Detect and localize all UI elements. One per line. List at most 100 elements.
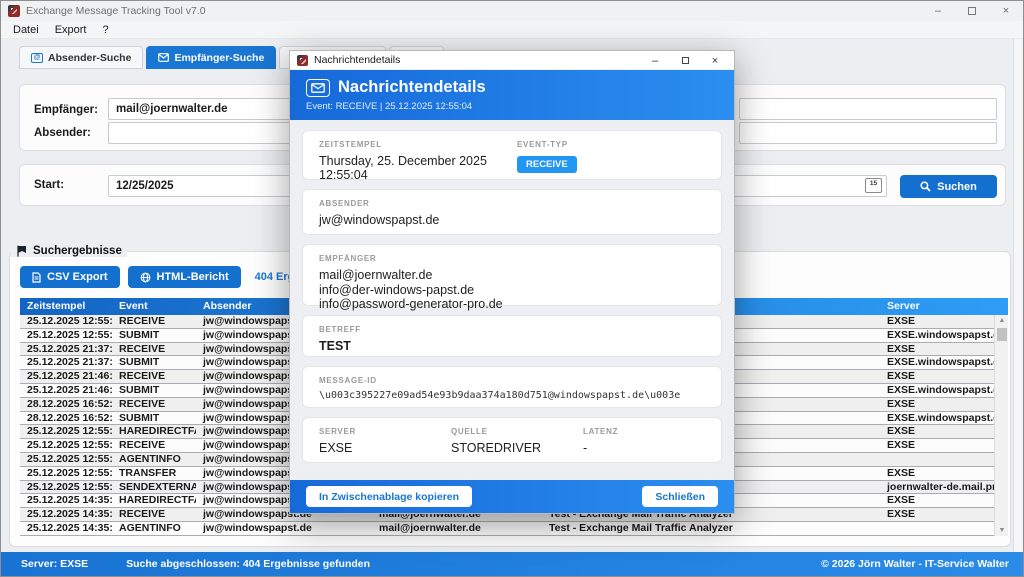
cell-event: SUBMIT (112, 356, 196, 369)
cell-event: HAREDIRECTFAIL (112, 494, 196, 507)
recipient-line: info@password-generator-pro.de (319, 297, 705, 312)
latency-field-value: - (583, 441, 705, 455)
dialog-app-icon (297, 55, 308, 66)
maximize-button[interactable] (955, 1, 989, 21)
menu-datei[interactable]: Datei (5, 24, 47, 36)
cell-event: SENDEXTERNAL (112, 481, 196, 494)
dialog-footer: In Zwischenablage kopieren Schließen (290, 480, 734, 513)
server-field-value: EXSE (319, 441, 451, 455)
recipient-line: info@der-windows-papst.de (319, 283, 705, 298)
cell-time: 25.12.2025 14:35:01 (20, 522, 112, 535)
cell-event: HAREDIRECTFAIL (112, 425, 196, 438)
tab-label: Absender-Suche (48, 52, 131, 64)
timestamp-label: ZEITSTEMPEL (319, 140, 517, 149)
cell-event: SUBMIT (112, 412, 196, 425)
message-details-dialog: Nachrichtendetails – × Nachrichtendetail… (289, 50, 735, 514)
column-header-server[interactable]: Server (880, 298, 994, 315)
cell-event: RECEIVE (112, 398, 196, 411)
cell-event: SUBMIT (112, 329, 196, 342)
search-button[interactable]: Suchen (900, 175, 997, 198)
event-type-badge: RECEIVE (517, 156, 577, 173)
dialog-maximize-button[interactable] (670, 51, 700, 70)
cell-time: 25.12.2025 14:35:01 (20, 508, 112, 521)
envelope-icon (306, 79, 330, 97)
sender-secondary-input[interactable] (739, 122, 997, 144)
server-field-label: SERVER (319, 427, 451, 436)
csv-export-button[interactable]: CSV Export (20, 266, 120, 288)
dialog-minimize-button[interactable]: – (640, 51, 670, 70)
cell-time: 25.12.2025 12:55:08 (20, 481, 112, 494)
cell-event: AGENTINFO (112, 453, 196, 466)
dialog-close-button[interactable]: × (700, 51, 730, 70)
cell-event: RECEIVE (112, 343, 196, 356)
cell-server: EXSE (880, 439, 994, 452)
cell-event: SUBMIT (112, 384, 196, 397)
minimize-button[interactable]: – (921, 1, 955, 21)
window-title: Exchange Message Tracking Tool v7.0 (26, 5, 206, 17)
statusbar: Server: EXSE Suche abgeschlossen: 404 Er… (1, 552, 1023, 576)
send-icon (158, 53, 169, 62)
maximize-icon (968, 7, 976, 15)
cell-subject: Test - Exchange Mail Traffic Analyzer (542, 522, 880, 535)
sender-label: Absender: (34, 127, 91, 139)
start-label: Start: (34, 179, 64, 191)
menu-help[interactable]: ? (94, 24, 116, 36)
recipient-secondary-input[interactable] (739, 98, 997, 120)
source-field-value: STOREDRIVER (451, 441, 583, 455)
table-row[interactable]: 25.12.2025 14:35:01AGENTINFOjw@windowspa… (20, 522, 1008, 536)
cell-time: 25.12.2025 12:55:05 (20, 329, 112, 342)
subject-card: BETREFF TEST (302, 315, 722, 357)
scroll-up-icon[interactable]: ▲ (995, 317, 1009, 324)
search-button-label: Suchen (937, 181, 977, 193)
cell-server: EXSE (880, 343, 994, 356)
subject-field-label: BETREFF (319, 325, 705, 334)
html-report-button[interactable]: HTML-Bericht (128, 266, 241, 288)
scrollbar-thumb[interactable] (997, 328, 1007, 341)
close-button[interactable]: × (989, 1, 1023, 21)
menu-export[interactable]: Export (47, 24, 95, 36)
copy-to-clipboard-button[interactable]: In Zwischenablage kopieren (306, 486, 472, 507)
sender-card: ABSENDER jw@windowspapst.de (302, 189, 722, 235)
cell-server: EXSE (880, 508, 994, 521)
recipient-line: mail@joernwalter.de (319, 268, 705, 283)
dialog-close-action-button[interactable]: Schließen (642, 486, 718, 507)
globe-icon (140, 272, 151, 283)
tab-absender-suche[interactable]: @ Absender-Suche (19, 46, 143, 69)
cell-time: 25.12.2025 12:55:05 (20, 439, 112, 452)
results-title: Suchergebnisse (33, 245, 122, 257)
cell-server (880, 522, 994, 535)
dialog-subtitle: Event: RECEIVE | 25.12.2025 12:55:04 (306, 101, 734, 112)
event-type-label: EVENT-TYP (517, 140, 705, 149)
column-header-event[interactable]: Event (112, 298, 196, 315)
cell-event: RECEIVE (112, 439, 196, 452)
cell-time: 28.12.2025 16:52:19 (20, 398, 112, 411)
message-id-value: \u003c395227e09ad54e93b9daa374a180d751@w… (319, 390, 705, 401)
results-flag-icon (16, 245, 28, 257)
cell-server: EXSE (880, 370, 994, 383)
cell-server: EXSE (880, 315, 994, 328)
cell-time: 25.12.2025 12:55:07 (20, 467, 112, 480)
cell-server: EXSE.windowspapst.de (880, 329, 994, 342)
window-scrollbar[interactable] (1013, 39, 1022, 552)
dialog-header: Nachrichtendetails Event: RECEIVE | 25.1… (290, 70, 734, 120)
cell-server: EXSE (880, 398, 994, 411)
message-id-label: MESSAGE-ID (319, 376, 705, 385)
column-header-zeitstempel[interactable]: Zeitstempel (20, 298, 112, 315)
cell-time: 25.12.2025 21:46:26 (20, 370, 112, 383)
cell-time: 28.12.2025 16:52:19 (20, 412, 112, 425)
results-legend: Suchergebnisse (11, 245, 127, 257)
table-scrollbar[interactable]: ▲ ▼ (994, 315, 1008, 536)
cell-time: 25.12.2025 21:37:36 (20, 343, 112, 356)
cell-recipient: mail@joernwalter.de (372, 522, 542, 535)
latency-field-label: LATENZ (583, 427, 705, 436)
app-icon (8, 5, 20, 17)
sender-field-value: jw@windowspapst.de (319, 213, 705, 227)
menubar: Datei Export ? (1, 21, 1023, 39)
tab-empfaenger-suche[interactable]: Empfänger-Suche (146, 46, 276, 69)
recipient-label: Empfänger: (34, 104, 98, 116)
cell-sender: jw@windowspapst.de (196, 522, 372, 535)
calendar-icon[interactable]: 15 (865, 178, 882, 193)
cell-server: EXSE (880, 467, 994, 480)
subject-field-value: TEST (319, 339, 705, 353)
scroll-down-icon[interactable]: ▼ (995, 527, 1009, 534)
